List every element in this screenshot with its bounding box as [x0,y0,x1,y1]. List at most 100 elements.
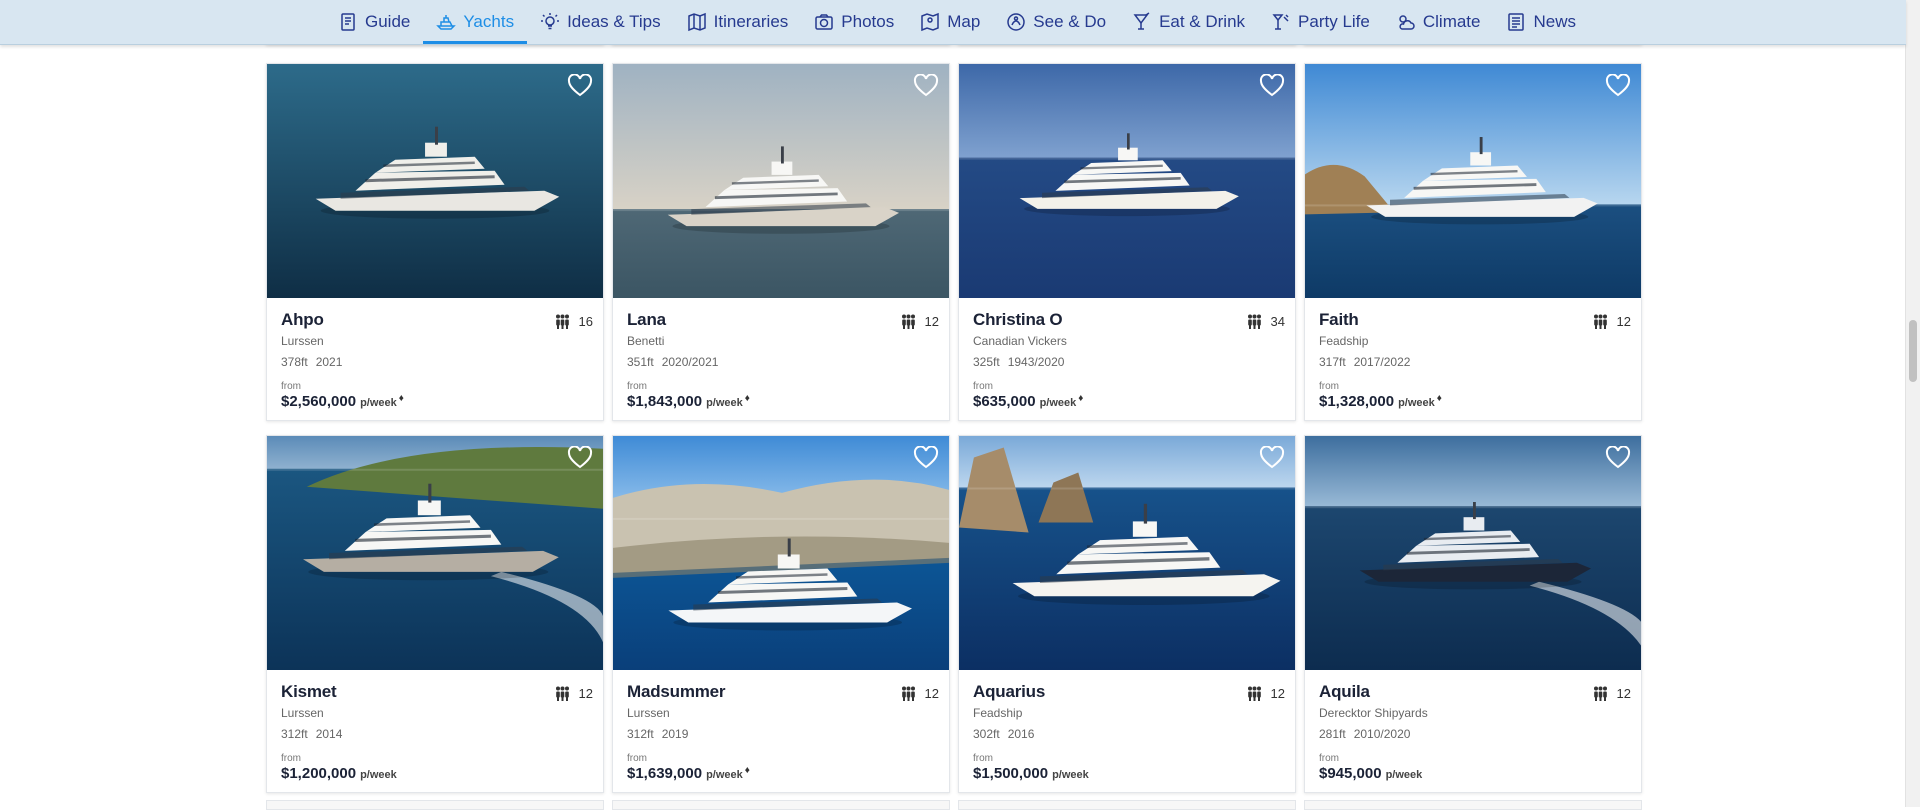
guest-number: 12 [578,686,593,701]
price-from-label: from [1319,381,1339,392]
yacht-name[interactable]: Kismet [281,682,589,702]
yacht-card[interactable]: Aquarius Feadship 302ft 2016 from $1,500,000 p… [958,435,1296,793]
yacht-card[interactable]: Faith Feadship 317ft 2017/2022 from $1,328,00… [1304,63,1642,421]
yacht-card[interactable]: Lana Benetti 351ft 2020/2021 from $1,843,000 p… [612,63,950,421]
scrollbar[interactable] [1905,0,1920,807]
yacht-builder: Lurssen [281,334,324,348]
yacht-specs: 325ft 1943/2020 [973,355,1281,369]
yacht-length: 281ft [1319,727,1346,741]
yacht-year: 2021 [315,355,343,369]
yacht-name[interactable]: Faith [1319,310,1627,330]
yacht-info: Faith Feadship 317ft 2017/2022 from $1,328,00… [1305,298,1641,410]
yacht-image[interactable] [613,436,949,670]
nav-item-map[interactable]: Map [907,0,993,44]
yacht-length: 325ft [973,355,1000,369]
guests-icon [554,686,571,701]
yacht-card[interactable]: Madsummer Lurssen 312ft 2019 from $1,639,000 p… [612,435,950,793]
price-from-label: from [627,753,647,764]
yacht-image[interactable] [613,64,949,298]
nav-item-label: Climate [1422,12,1481,31]
price-line: $1,200,000 p/week [281,765,589,782]
yacht-info: Madsummer Lurssen 312ft 2019 from $1,639,000 p… [613,670,949,782]
favorite-heart-icon[interactable] [913,73,939,98]
map-icon [920,12,940,32]
yacht-name[interactable]: Aquila [1319,682,1627,702]
nav-item-label: News [1533,12,1576,31]
guest-count: 12 [900,686,939,701]
price-period: p/week [1398,397,1435,409]
guest-number: 16 [578,314,593,329]
yacht-name[interactable]: Christina O [973,310,1281,330]
nav-items: Guide Yachts Ideas & Tips Itineraries Photos… [325,0,1589,44]
favorite-heart-icon[interactable] [1605,445,1631,470]
nav-item-climate[interactable]: Climate [1383,0,1494,44]
yacht-image[interactable] [267,64,603,298]
yacht-price: $945,000 [1319,765,1382,782]
nav-item-photos[interactable]: Photos [801,0,907,44]
nav-item-news[interactable]: News [1493,0,1589,44]
favorite-heart-icon[interactable] [1259,445,1285,470]
favorite-heart-icon[interactable] [567,445,593,470]
guest-number: 12 [1616,314,1631,329]
yacht-price: $2,560,000 [281,393,357,410]
yacht-image[interactable] [959,436,1295,670]
yacht-card[interactable]: Kismet Lurssen 312ft 2014 from $1,200,000 p/we… [266,435,604,793]
party-icon [1271,12,1291,32]
yacht-card[interactable]: Aquila Derecktor Shipyards 281ft 2010/2020 f… [1304,435,1642,793]
yacht-builder: Lurssen [281,706,324,720]
yacht-specs: 317ft 2017/2022 [1319,355,1627,369]
favorite-heart-icon[interactable] [913,445,939,470]
yacht-builder: Lurssen [627,706,670,720]
yacht-card[interactable]: Ahpo Lurssen 378ft 2021 from $2,560,000 p/week… [266,63,604,421]
news-icon [1506,12,1526,32]
yacht-card[interactable]: Christina O Canadian Vickers 325ft 1943/202… [958,63,1296,421]
nav-item-itineraries[interactable]: Itineraries [674,0,802,44]
yacht-image[interactable] [1305,64,1641,298]
yacht-name[interactable]: Madsummer [627,682,935,702]
yacht-length: 317ft [1319,355,1346,369]
guide-icon [338,12,358,32]
yacht-name[interactable]: Aquarius [973,682,1281,702]
favorite-heart-icon[interactable] [567,73,593,98]
guests-icon [1592,314,1609,329]
yacht-photo [613,64,949,298]
nav-item-yachts[interactable]: Yachts [423,0,528,44]
guests-icon [900,314,917,329]
yacht-specs: 312ft 2014 [281,727,589,741]
yacht-name[interactable]: Lana [627,310,935,330]
nav-item-see-do[interactable]: See & Do [993,0,1119,44]
nav-item-eat-drink[interactable]: Eat & Drink [1119,0,1258,44]
cocktail-icon [1132,12,1152,32]
yacht-builder: Benetti [627,334,665,348]
guests-icon [554,314,571,329]
yacht-photo [959,436,1295,670]
price-from-label: from [281,753,301,764]
price-from-label: from [627,381,647,392]
yacht-specs: 351ft 2020/2021 [627,355,935,369]
guests-icon [900,686,917,701]
yacht-photo [613,436,949,670]
yacht-specs: 302ft 2016 [973,727,1281,741]
yacht-image[interactable] [1305,436,1641,670]
yacht-year: 2014 [315,727,343,741]
guest-count: 34 [1246,314,1285,329]
yacht-image[interactable] [267,436,603,670]
price-line: $1,843,000 p/week ♦ [627,393,935,410]
price-period: p/week [706,397,743,409]
next-card-edge [266,800,604,810]
yacht-image[interactable] [959,64,1295,298]
diamond-icon: ♦ [744,393,750,404]
yacht-name[interactable]: Ahpo [281,310,589,330]
nav-item-party-life[interactable]: Party Life [1258,0,1383,44]
favorite-heart-icon[interactable] [1259,73,1285,98]
scrollbar-thumb[interactable] [1909,320,1917,382]
favorite-heart-icon[interactable] [1605,73,1631,98]
climate-icon [1396,12,1416,32]
top-nav: Guide Yachts Ideas & Tips Itineraries Photos… [0,0,1906,45]
nav-item-ideas-tips[interactable]: Ideas & Tips [527,0,674,44]
yacht-info: Christina O Canadian Vickers 325ft 1943/202… [959,298,1295,410]
yacht-length: 351ft [627,355,654,369]
nav-item-guide[interactable]: Guide [325,0,423,44]
diamond-icon: ♦ [1436,393,1442,404]
yacht-year: 2019 [661,727,689,741]
